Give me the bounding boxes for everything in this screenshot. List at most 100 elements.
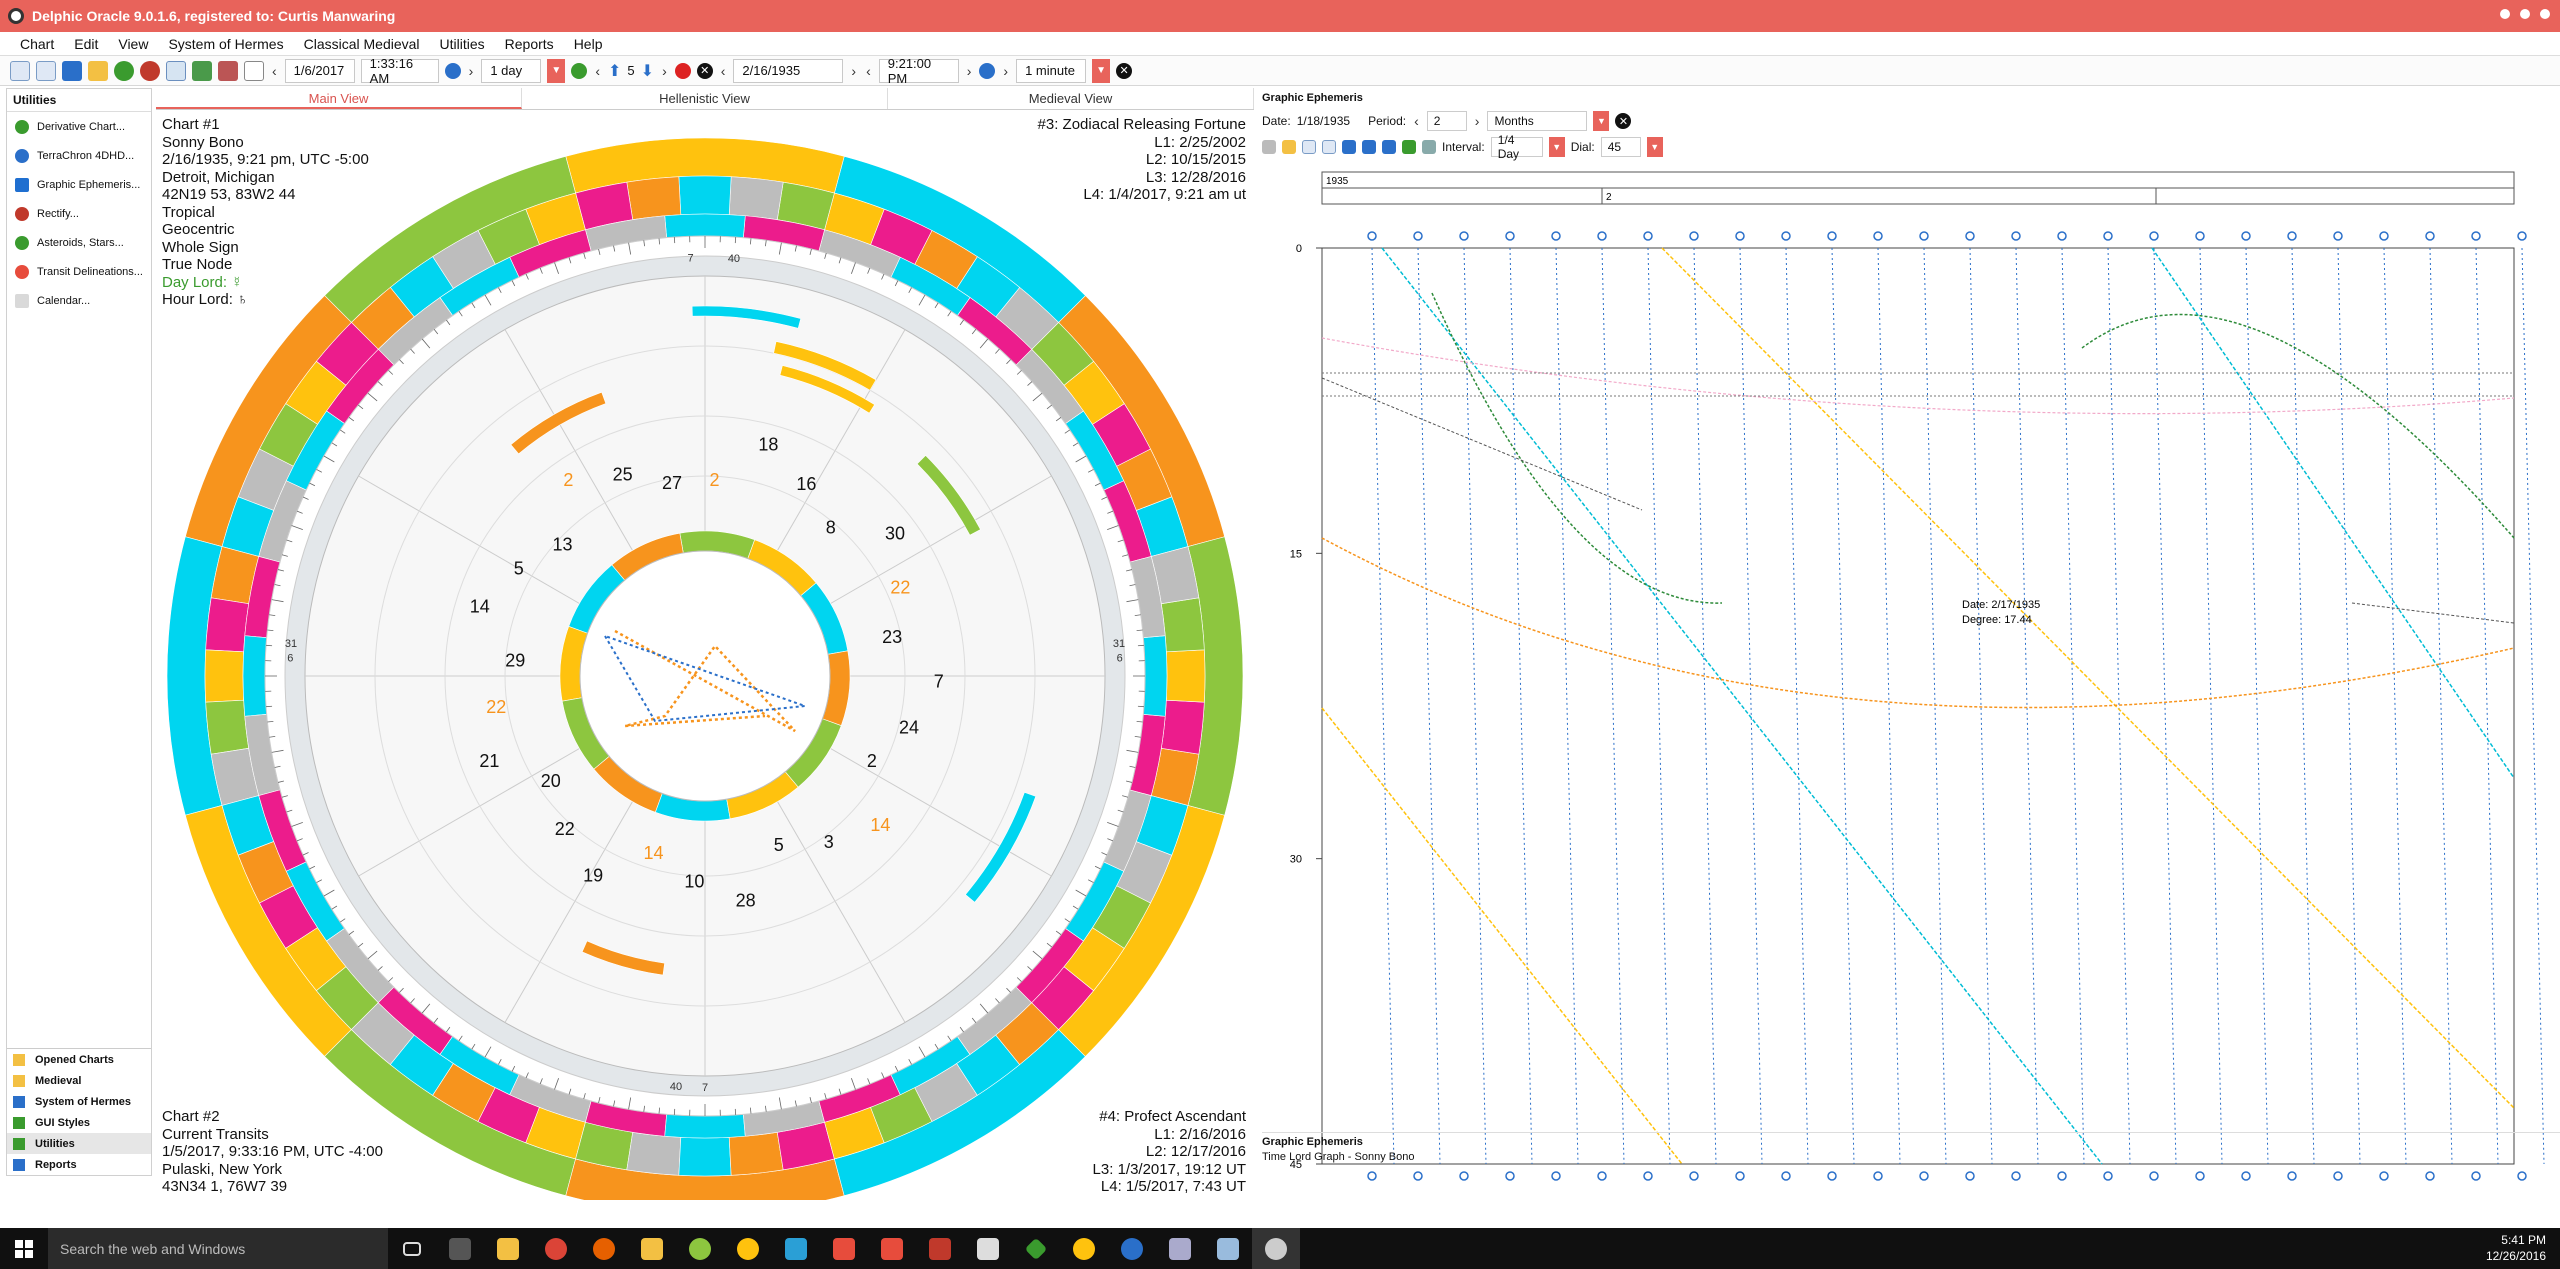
taskbar-app-fruit[interactable] [1060,1228,1108,1269]
dropdown-icon[interactable] [244,60,264,81]
interval-dropdown-icon[interactable]: ▼ [1548,137,1565,157]
prev-step-arrow[interactable]: ‹ [593,63,602,79]
period-next-arrow[interactable]: › [1473,113,1482,129]
taskbar-app-dx2[interactable] [868,1228,916,1269]
group-utilities[interactable]: Utilities [7,1133,151,1154]
sidebar-item-rectify[interactable]: Rectify... [7,199,151,228]
next-date2-arrow[interactable]: › [849,63,858,79]
next-step-arrow[interactable]: › [660,63,669,79]
chart-export-icon[interactable] [1402,140,1416,154]
clock-icon[interactable] [444,62,461,79]
menu-chart[interactable]: Chart [10,36,64,52]
animate-icon[interactable] [571,62,588,79]
sidebar-item-terrachron[interactable]: TerraChron 4DHD... [7,141,151,170]
page-icon[interactable] [1322,140,1336,154]
sidebar-item-calendar[interactable]: Calendar... [7,286,151,315]
sun-tool-icon[interactable] [1282,140,1296,154]
unit-select[interactable]: Months [1487,111,1588,131]
period-field[interactable]: 2 [1426,111,1467,131]
date1-field[interactable]: 1/6/2017 [284,58,355,83]
ephemeris-graph[interactable]: 193520153045 Date: 2/17/1935Degree: 17.4… [1262,162,2560,1202]
taskbar-app-dx1[interactable] [820,1228,868,1269]
start-button[interactable] [0,1228,48,1269]
group-reports[interactable]: Reports [7,1154,151,1175]
group-system-of-hermes[interactable]: System of Hermes [7,1091,151,1112]
clear2-icon[interactable]: ✕ [1116,62,1133,79]
save-icon[interactable] [62,60,82,81]
taskbar-app-blue[interactable] [772,1228,820,1269]
new-document-icon[interactable] [36,60,56,81]
stop-icon[interactable] [674,62,691,79]
chart-wheel-icon[interactable] [140,60,160,81]
menu-reports[interactable]: Reports [495,36,564,52]
prev-time2-arrow[interactable]: ‹ [864,63,873,79]
graph-tool-icon[interactable] [1262,140,1276,154]
time1-field[interactable]: 1:33:16 AM [360,56,439,86]
taskbar-app-doc[interactable] [1156,1228,1204,1269]
menu-utilities[interactable]: Utilities [430,36,495,52]
period-prev-arrow[interactable]: ‹ [1412,113,1421,129]
menu-system-of-hermes[interactable]: System of Hermes [158,36,293,52]
maximize-button[interactable] [2520,9,2530,19]
new-chart-icon[interactable] [10,60,30,81]
group-opened-charts[interactable]: Opened Charts [7,1049,151,1070]
binoculars-icon[interactable] [1382,140,1396,154]
taskbar-app-m[interactable] [1108,1228,1156,1269]
menu-view[interactable]: View [108,36,158,52]
minimize-button[interactable] [2500,9,2510,19]
taskbar-app-notes[interactable] [964,1228,1012,1269]
window-icon[interactable] [166,60,186,81]
prev-date2-arrow[interactable]: ‹ [719,63,728,79]
next-step2-arrow[interactable]: › [1001,63,1010,79]
sidebar-item-asteroids[interactable]: Asteroids, Stars... [7,228,151,257]
unit-dropdown-icon[interactable]: ▼ [1593,111,1610,131]
tab-hellenistic-view[interactable]: Hellenistic View [522,88,888,109]
taskbar-app-folder[interactable] [628,1228,676,1269]
menu-help[interactable]: Help [564,36,613,52]
task-view-button[interactable] [388,1228,436,1269]
down-arrow-icon[interactable]: ⬇ [641,61,654,81]
tab-medieval-view[interactable]: Medieval View [888,88,1254,109]
taskbar-app-red[interactable] [916,1228,964,1269]
group-gui-styles[interactable]: GUI Styles [7,1112,151,1133]
interval-select[interactable]: 1/4 Day [1490,133,1543,161]
next-time2-arrow[interactable]: › [965,63,974,79]
taskbar-app-settings[interactable] [436,1228,484,1269]
clear-icon[interactable]: ✕ [696,62,713,79]
taskbar-app-green[interactable] [676,1228,724,1269]
next-date-arrow[interactable]: › [467,63,476,79]
menu-edit[interactable]: Edit [64,36,108,52]
group-medieval[interactable]: Medieval [7,1070,151,1091]
date-value[interactable]: 1/18/1935 [1297,114,1350,128]
clock2-icon[interactable] [979,62,996,79]
ephemeris-clear-icon[interactable]: ✕ [1615,113,1632,129]
taskbar-clock[interactable]: 5:41 PM 12/26/2016 [2486,1232,2546,1264]
time2-field[interactable]: 9:21:00 PM [878,56,959,86]
dial-select[interactable]: 45 [1600,137,1641,157]
dial-dropdown-icon[interactable]: ▼ [1646,137,1663,157]
print-icon[interactable] [192,60,212,81]
print-graph-icon[interactable] [1422,140,1436,154]
sidebar-item-derivative-chart[interactable]: Derivative Chart... [7,112,151,141]
taskbar-app-chrome[interactable] [532,1228,580,1269]
report-icon[interactable] [218,60,238,81]
new-graph-icon[interactable] [1302,140,1316,154]
step1-dropdown-icon[interactable]: ▼ [547,58,566,83]
date2-field[interactable]: 2/16/1935 [733,58,844,83]
taskbar-app-explorer[interactable] [484,1228,532,1269]
taskbar-search[interactable]: Search the web and Windows [48,1228,388,1269]
taskbar-app-pen[interactable] [1204,1228,1252,1269]
prev-date-arrow[interactable]: ‹ [270,63,279,79]
globe-icon[interactable] [114,60,134,81]
step1-select[interactable]: 1 day [481,58,542,83]
step2-dropdown-icon[interactable]: ▼ [1092,58,1111,83]
sidebar-item-transit-delineations[interactable]: Transit Delineations... [7,257,151,286]
close-button[interactable] [2540,9,2550,19]
step2-select[interactable]: 1 minute [1016,58,1087,83]
menu-classical-medieval[interactable]: Classical Medieval [294,36,430,52]
taskbar-app-delphic[interactable] [1252,1228,1300,1269]
open-folder-icon[interactable] [88,60,108,81]
taskbar-app-greendiamond[interactable] [1012,1228,1060,1269]
up-arrow-icon[interactable]: ⬆ [608,61,621,81]
taskbar-app-firefox[interactable] [580,1228,628,1269]
